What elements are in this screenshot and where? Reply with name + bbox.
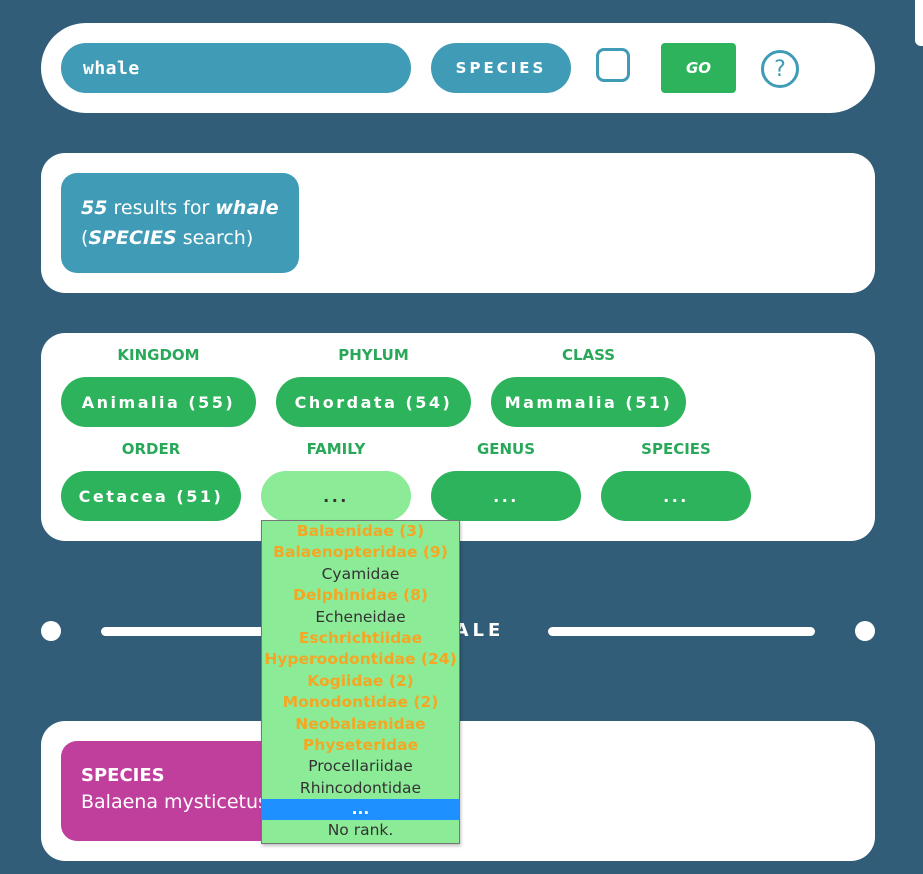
family-option[interactable]: Monodontidae (2) — [262, 692, 459, 713]
genus-filter-button[interactable]: ... — [431, 471, 581, 521]
phylum-label: PHYLUM — [338, 346, 409, 364]
search-input[interactable]: whale — [61, 43, 411, 93]
results-type: SPECIES — [88, 227, 177, 249]
family-dropdown-list[interactable]: Balaenidae (3) Balaenopteridae (9) Cyamida… — [261, 520, 460, 844]
go-button[interactable]: GO — [661, 43, 736, 93]
search-type-button[interactable]: SPECIES — [431, 43, 571, 93]
family-option[interactable]: Balaenopteridae (9) — [262, 542, 459, 563]
phylum-filter-button[interactable]: Chordata (54) — [276, 377, 471, 427]
order-label: ORDER — [121, 440, 181, 458]
family-option[interactable]: Rhincodontidae — [262, 778, 459, 799]
help-icon[interactable]: ? — [761, 50, 799, 88]
results-query: whale — [215, 197, 279, 219]
family-option[interactable]: ... — [262, 799, 459, 821]
species-filter-button[interactable]: ... — [601, 471, 751, 521]
search-checkbox[interactable] — [596, 48, 630, 82]
species-label: SPECIES — [641, 440, 711, 458]
family-option[interactable]: Kogiidae (2) — [262, 671, 459, 692]
kingdom-filter-button[interactable]: Animalia (55) — [61, 377, 256, 427]
family-option[interactable]: Procellariidae — [262, 756, 459, 777]
family-option[interactable]: Cyamidae — [262, 564, 459, 585]
genus-label: GENUS — [476, 440, 536, 458]
results-text-end: search) — [176, 227, 254, 249]
family-option[interactable]: Delphinidae (8) — [262, 585, 459, 606]
results-count: 55 — [81, 197, 108, 219]
scrollbar-edge — [915, 0, 923, 46]
family-label: FAMILY — [306, 440, 366, 458]
family-option[interactable]: Neobalaenidae — [262, 714, 459, 735]
divider-dot-right — [855, 621, 875, 641]
family-option[interactable]: Hyperoodontidae (24) — [262, 649, 459, 670]
kingdom-label: KINGDOM — [117, 346, 200, 364]
class-label: CLASS — [561, 346, 616, 364]
results-summary: 55 results for whale (SPECIES search) — [61, 173, 299, 273]
results-text: results for — [107, 197, 216, 219]
class-filter-button[interactable]: Mammalia (51) — [491, 377, 686, 427]
family-option[interactable]: Eschrichtiidae — [262, 628, 459, 649]
family-option[interactable]: Physeteridae — [262, 735, 459, 756]
family-option[interactable]: Echeneidae — [262, 607, 459, 628]
family-option[interactable]: No rank. — [262, 820, 459, 841]
order-filter-button[interactable]: Cetacea (51) — [61, 471, 241, 521]
divider-bar-right — [548, 627, 815, 636]
family-filter-button[interactable]: ... — [261, 471, 411, 521]
family-option[interactable]: Balaenidae (3) — [262, 521, 459, 542]
